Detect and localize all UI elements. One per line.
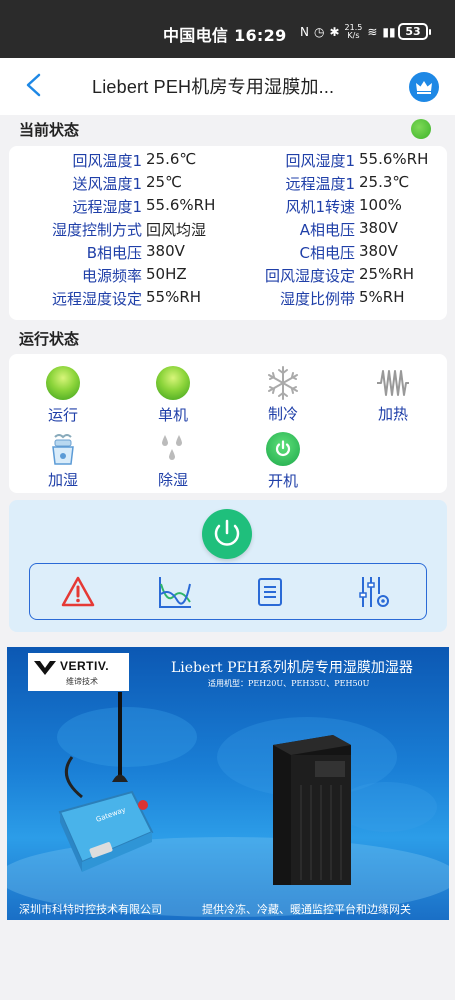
status-icons: N ◷ ✱ 21.5 K/s ≋ ▮▮	[300, 24, 396, 40]
battery-icon: 53	[398, 23, 431, 40]
wifi-icon: ≋	[367, 25, 378, 39]
status-row: 电源频率 50HZ 回风湿度设定 25%RH	[9, 265, 447, 288]
alarm-icon[interactable]	[60, 574, 96, 610]
run-status-cooling: 制冷	[243, 365, 323, 424]
status-row: 远程湿度1 55.6%RH 风机1转速 100%	[9, 196, 447, 219]
run-status-humidifying: 加湿	[23, 431, 103, 490]
crown-icon[interactable]	[409, 72, 439, 102]
status-value: 25%RH	[359, 265, 415, 283]
status-label: 远程湿度设定	[51, 290, 142, 308]
status-value: 100%	[359, 196, 402, 214]
status-label: 湿度控制方式	[51, 221, 142, 239]
green-ball-icon	[46, 366, 80, 400]
heater-icon	[377, 370, 409, 396]
status-label: 远程温度1	[285, 175, 355, 193]
status-value: 25.3℃	[359, 173, 410, 191]
status-value: 25.6℃	[146, 150, 197, 168]
product-banner: VERTIV. 维谛技术 Liebert PEH系列机房专用湿膜加湿器 适用机型…	[7, 647, 449, 920]
current-status-title: 当前状态	[19, 121, 80, 139]
online-status-indicator	[411, 119, 431, 139]
gateway-device-image: Gateway	[58, 692, 154, 872]
humidifier-cabinet-image	[273, 735, 351, 885]
run-status-label: 制冷	[267, 405, 298, 423]
status-label: 回风温度1	[72, 152, 142, 170]
run-status-running: 运行	[23, 365, 103, 425]
banner-models: 适用机型：PEH20U、PEH35U、PEH50U	[208, 679, 370, 688]
run-status-label: 加湿	[47, 471, 78, 489]
control-panel	[9, 500, 447, 632]
run-status-label: 加热	[377, 405, 408, 423]
bluetooth-icon: ✱	[329, 25, 340, 39]
status-label: 湿度比例带	[279, 290, 355, 308]
brand-name: VERTIV.	[60, 659, 110, 673]
status-row: 回风温度1 25.6℃ 回风湿度1 55.6%RH	[9, 150, 447, 173]
vertiv-logo: VERTIV. 维谛技术	[28, 653, 129, 691]
status-row: 湿度控制方式 回风均湿 A相电压 380V	[9, 219, 447, 242]
droplets-icon	[162, 435, 182, 460]
carrier-and-time: 中国电信 16:29	[163, 26, 287, 45]
power-on-icon	[266, 432, 300, 466]
snowflake-icon	[268, 366, 298, 400]
run-status-label: 运行	[47, 406, 78, 424]
back-arrow-icon[interactable]	[20, 70, 46, 100]
status-value: 回风均湿	[146, 221, 207, 239]
signal-icon: ▮▮	[382, 25, 396, 39]
curve-chart-icon[interactable]	[157, 574, 193, 610]
run-status-title: 运行状态	[19, 330, 80, 348]
status-value: 380V	[359, 219, 398, 237]
humidifier-icon	[52, 434, 74, 465]
status-label: C相电压	[299, 244, 355, 262]
power-icon	[214, 519, 240, 546]
banner-title: Liebert PEH系列机房专用湿膜加湿器	[171, 660, 413, 676]
page-title: Liebert PEH机房专用湿膜加...	[92, 77, 335, 97]
status-value: 25℃	[146, 173, 182, 191]
status-label: 回风湿度设定	[264, 267, 355, 285]
run-status-card: 运行 单机 制冷 加热 加湿 除湿 开机	[9, 354, 447, 493]
settings-sliders-icon[interactable]	[356, 574, 392, 610]
status-value: 55.6%RH	[146, 196, 216, 214]
current-status-card: 回风温度1 25.6℃ 回风湿度1 55.6%RH 送风温度1 25℃ 远程温度…	[9, 146, 447, 320]
status-row: B相电压 380V C相电压 380V	[9, 242, 447, 265]
alarm-clock-icon: ◷	[313, 25, 325, 39]
status-label: 远程湿度1	[72, 198, 142, 216]
system-status-bar: 中国电信 16:29 N ◷ ✱ 21.5 K/s ≋ ▮▮ 53	[0, 0, 455, 58]
status-label: A相电压	[299, 221, 355, 239]
run-status-label: 单机	[157, 406, 188, 424]
status-label: 回风湿度1	[285, 152, 355, 170]
status-value: 50HZ	[146, 265, 187, 283]
tool-bar	[29, 563, 427, 620]
status-value: 55.6%RH	[359, 150, 429, 168]
company-name: 深圳市科特时控技术有限公司	[19, 903, 162, 916]
status-label: 送风温度1	[72, 175, 142, 193]
app-header: Liebert PEH机房专用湿膜加...	[0, 58, 455, 115]
status-label: B相电压	[86, 244, 142, 262]
status-row: 远程湿度设定 55%RH 湿度比例带 5%RH	[9, 288, 447, 311]
status-value: 380V	[359, 242, 398, 260]
power-button[interactable]	[202, 509, 252, 559]
run-status-label: 除湿	[157, 471, 188, 489]
run-status-dehumidifying: 除湿	[133, 431, 213, 490]
nfc-icon: N	[300, 25, 309, 39]
network-speed: 21.5 K/s	[344, 23, 363, 40]
company-services: 提供冷冻、冷藏、暖通监控平台和边缘网关	[202, 903, 411, 916]
list-icon[interactable]	[252, 574, 288, 610]
run-status-label: 开机	[267, 472, 298, 490]
status-label: 风机1转速	[285, 198, 355, 216]
status-value: 55%RH	[146, 288, 202, 306]
run-status-heating: 加热	[353, 365, 433, 424]
status-row: 送风温度1 25℃ 远程温度1 25.3℃	[9, 173, 447, 196]
run-status-standalone: 单机	[133, 365, 213, 425]
banner-footer: 深圳市科特时控技术有限公司 提供冷冻、冷藏、暖通监控平台和边缘网关	[7, 897, 449, 920]
status-value: 5%RH	[359, 288, 405, 306]
status-value: 380V	[146, 242, 185, 260]
status-label: 电源频率	[81, 267, 142, 285]
green-ball-icon	[156, 366, 190, 400]
run-status-power-on: 开机	[243, 431, 323, 491]
brand-subtitle: 维谛技术	[66, 677, 98, 686]
